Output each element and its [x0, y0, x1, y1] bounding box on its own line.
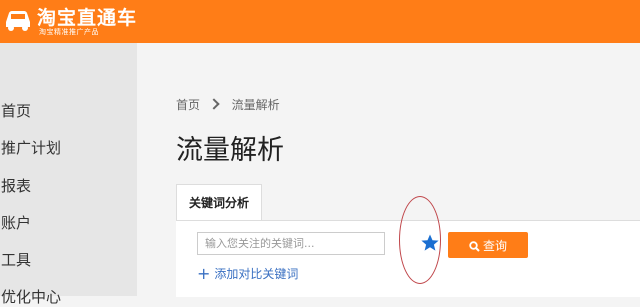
tab-keyword-analysis[interactable]: 关键词分析 [176, 184, 262, 220]
page-title: 流量解析 [176, 135, 284, 166]
keyword-search-input[interactable] [197, 232, 385, 255]
search-icon [469, 240, 480, 252]
sidebar-item-optimization[interactable]: 优化中心 [1, 286, 61, 307]
keyword-panel: 查询 +添加对比关键词 [176, 220, 640, 297]
sidebar-item-home[interactable]: 首页 [1, 100, 31, 121]
query-button-label: 查询 [482, 238, 507, 253]
logo-title: 淘宝直通车 [37, 7, 138, 29]
logo-subtitle: 淘宝精准推广产品 [39, 28, 99, 36]
sidebar-item-tools[interactable]: 工具 [1, 249, 31, 270]
sidebar: 首页 推广计划 报表 账户 工具 优化中心 [0, 43, 137, 306]
logo[interactable]: 淘宝直通车 淘宝精准推广产品 [0, 0, 160, 43]
add-compare-keyword-link[interactable]: + 添加对比关键词 [197, 264, 298, 283]
star-icon[interactable] [420, 233, 440, 253]
car-logo-icon [6, 11, 30, 31]
sidebar-item-reports[interactable]: 报表 [1, 175, 31, 196]
main-content: 首页 流量解析 流量解析 关键词分析 查询 +添加对比关键词 [137, 43, 640, 297]
plus-icon: + [197, 264, 211, 283]
sidebar-item-campaigns[interactable]: 推广计划 [1, 137, 61, 158]
breadcrumb-current: 流量解析 [231, 98, 280, 112]
breadcrumb-home[interactable]: 首页 [176, 98, 200, 112]
top-header: 淘宝直通车 淘宝精准推广产品 [0, 0, 640, 43]
query-button[interactable]: 查询 [448, 232, 528, 258]
chevron-right-icon [208, 98, 220, 110]
sidebar-item-account[interactable]: 账户 [1, 212, 31, 233]
add-compare-label: 添加对比关键词 [214, 267, 299, 281]
breadcrumb: 首页 流量解析 [176, 96, 280, 113]
